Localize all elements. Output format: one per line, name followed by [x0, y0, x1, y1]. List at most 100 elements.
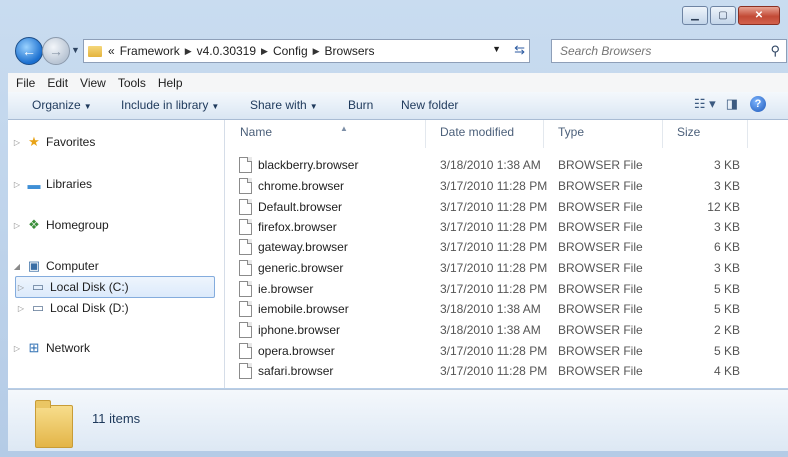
menu-edit[interactable]: Edit [47, 76, 68, 90]
expand-arrow-icon[interactable]: ▷ [12, 138, 22, 147]
menu-bar: File Edit View Tools Help [8, 73, 788, 93]
column-divider[interactable] [662, 120, 663, 148]
nav-local-disk-c[interactable]: ▷ ▭ Local Disk (C:) [15, 276, 215, 298]
file-row[interactable]: iemobile.browser 3/18/2010 1:38 AM BROWSER… [233, 299, 753, 319]
breadcrumb-overflow[interactable]: « [108, 44, 115, 58]
address-bar[interactable]: « Framework ▶ v4.0.30319 ▶ Config ▶ Brow… [83, 39, 530, 63]
chevron-right-icon[interactable]: ▶ [313, 46, 320, 57]
file-type: BROWSER File [558, 323, 643, 337]
expand-arrow-icon[interactable]: ▷ [12, 221, 22, 230]
menu-help[interactable]: Help [158, 76, 183, 90]
nav-label: Computer [46, 259, 99, 273]
column-header-date[interactable]: Date modified [440, 125, 514, 139]
column-header-type[interactable]: Type [558, 125, 584, 139]
file-row[interactable]: safari.browser 3/17/2010 11:28 PM BROWSER … [233, 361, 753, 381]
burn-button[interactable]: Burn [348, 98, 373, 112]
file-row[interactable]: ie.browser 3/17/2010 11:28 PM BROWSER File… [233, 279, 753, 299]
file-row[interactable]: Default.browser 3/17/2010 11:28 PM BROWSER… [233, 197, 753, 217]
dropdown-arrow-icon: ▼ [83, 102, 92, 111]
file-size: 5 KB [713, 344, 740, 358]
file-size: 2 KB [713, 323, 740, 337]
search-box[interactable]: ⚲ [551, 39, 787, 63]
file-row[interactable]: firefox.browser 3/17/2010 11:28 PM BROWSER… [233, 217, 753, 237]
file-size: 12 KB [707, 200, 740, 214]
file-size: 5 KB [713, 282, 740, 296]
address-dropdown-icon[interactable]: ▼ [492, 44, 501, 54]
collapse-arrow-icon[interactable]: ◢ [12, 262, 22, 271]
share-with-button[interactable]: Share with ▼ [250, 98, 318, 112]
file-type: BROWSER File [558, 220, 643, 234]
breadcrumb-config[interactable]: Config [273, 44, 308, 58]
drive-icon: ▭ [31, 300, 45, 315]
menu-tools[interactable]: Tools [118, 76, 146, 90]
star-icon: ★ [28, 134, 40, 149]
file-type: BROWSER File [558, 200, 643, 214]
nav-network[interactable]: ▷ ⊞ Network [12, 338, 90, 358]
item-count: 11 items [92, 411, 141, 426]
back-button[interactable]: ← [15, 37, 43, 65]
chevron-right-icon[interactable]: ▶ [185, 46, 192, 57]
column-divider[interactable] [543, 120, 544, 148]
file-row[interactable]: chrome.browser 3/17/2010 11:28 PM BROWSER … [233, 176, 753, 196]
column-header-size[interactable]: Size [677, 125, 700, 139]
file-type: BROWSER File [558, 261, 643, 275]
new-folder-button[interactable]: New folder [401, 98, 458, 112]
search-input[interactable] [552, 43, 762, 59]
search-icon[interactable]: ⚲ [770, 43, 780, 59]
file-row[interactable]: opera.browser 3/17/2010 11:28 PM BROWSER F… [233, 341, 753, 361]
file-name: opera.browser [258, 344, 335, 358]
computer-icon: ▣ [27, 258, 41, 273]
file-type: BROWSER File [558, 240, 643, 254]
nav-label: Homegroup [46, 218, 109, 232]
recent-pages-dropdown[interactable]: ▼ [71, 45, 80, 55]
change-view-icon[interactable]: ☷ ▾ [694, 96, 716, 112]
file-date: 3/17/2010 11:28 PM [440, 179, 548, 193]
file-row[interactable]: iphone.browser 3/18/2010 1:38 AM BROWSER F… [233, 320, 753, 340]
file-type: BROWSER File [558, 364, 643, 378]
column-label: Name [240, 125, 273, 139]
preview-pane-icon[interactable]: ◨ [726, 96, 738, 112]
file-date: 3/18/2010 1:38 AM [440, 302, 541, 316]
expand-arrow-icon[interactable]: ▷ [16, 304, 26, 313]
file-row[interactable]: generic.browser 3/17/2010 11:28 PM BROWSER… [233, 258, 753, 278]
menu-view[interactable]: View [80, 76, 106, 90]
nav-libraries[interactable]: ▷ ▬ Libraries [12, 174, 92, 194]
command-bar: Organize ▼ Include in library ▼ Share with… [8, 92, 788, 120]
file-name: safari.browser [258, 364, 334, 378]
column-header-name[interactable]: Name ▲ [240, 124, 348, 139]
menu-file[interactable]: File [16, 76, 35, 90]
file-size: 6 KB [713, 240, 740, 254]
column-divider[interactable] [425, 120, 426, 148]
chevron-right-icon[interactable]: ▶ [261, 46, 268, 57]
file-name: blackberry.browser [258, 158, 359, 172]
organize-button[interactable]: Organize ▼ [32, 98, 92, 112]
maximize-button[interactable]: ▢ [710, 6, 736, 25]
expand-arrow-icon[interactable]: ▷ [12, 344, 22, 353]
file-icon [239, 343, 252, 359]
help-icon[interactable]: ? [750, 96, 766, 112]
nav-homegroup[interactable]: ▷ ❖ Homegroup [12, 215, 109, 235]
file-date: 3/17/2010 11:28 PM [440, 282, 548, 296]
expand-arrow-icon[interactable]: ▷ [12, 180, 22, 189]
file-row[interactable]: blackberry.browser 3/18/2010 1:38 AM BROWS… [233, 155, 753, 175]
file-icon [239, 260, 252, 276]
file-date: 3/18/2010 1:38 AM [440, 323, 541, 337]
refresh-icon[interactable]: ⇆ [514, 42, 525, 58]
breadcrumb-version[interactable]: v4.0.30319 [197, 44, 256, 58]
minimize-button[interactable]: ▁ [682, 6, 708, 25]
close-button[interactable]: ✕ [738, 6, 780, 25]
column-divider[interactable] [747, 120, 748, 148]
file-icon [239, 301, 252, 317]
file-type: BROWSER File [558, 344, 643, 358]
expand-arrow-icon[interactable]: ▷ [16, 283, 26, 292]
nav-computer[interactable]: ◢ ▣ Computer [12, 256, 99, 276]
breadcrumb-browsers[interactable]: Browsers [325, 44, 375, 58]
include-in-library-button[interactable]: Include in library ▼ [121, 98, 219, 112]
forward-button[interactable]: → [42, 37, 70, 65]
file-size: 3 KB [713, 220, 740, 234]
nav-local-disk-d[interactable]: ▷ ▭ Local Disk (D:) [16, 298, 129, 318]
file-icon [239, 363, 252, 379]
breadcrumb-framework[interactable]: Framework [120, 44, 180, 58]
file-row[interactable]: gateway.browser 3/17/2010 11:28 PM BROWSER… [233, 237, 753, 257]
nav-favorites[interactable]: ▷ ★ Favorites [12, 132, 95, 152]
